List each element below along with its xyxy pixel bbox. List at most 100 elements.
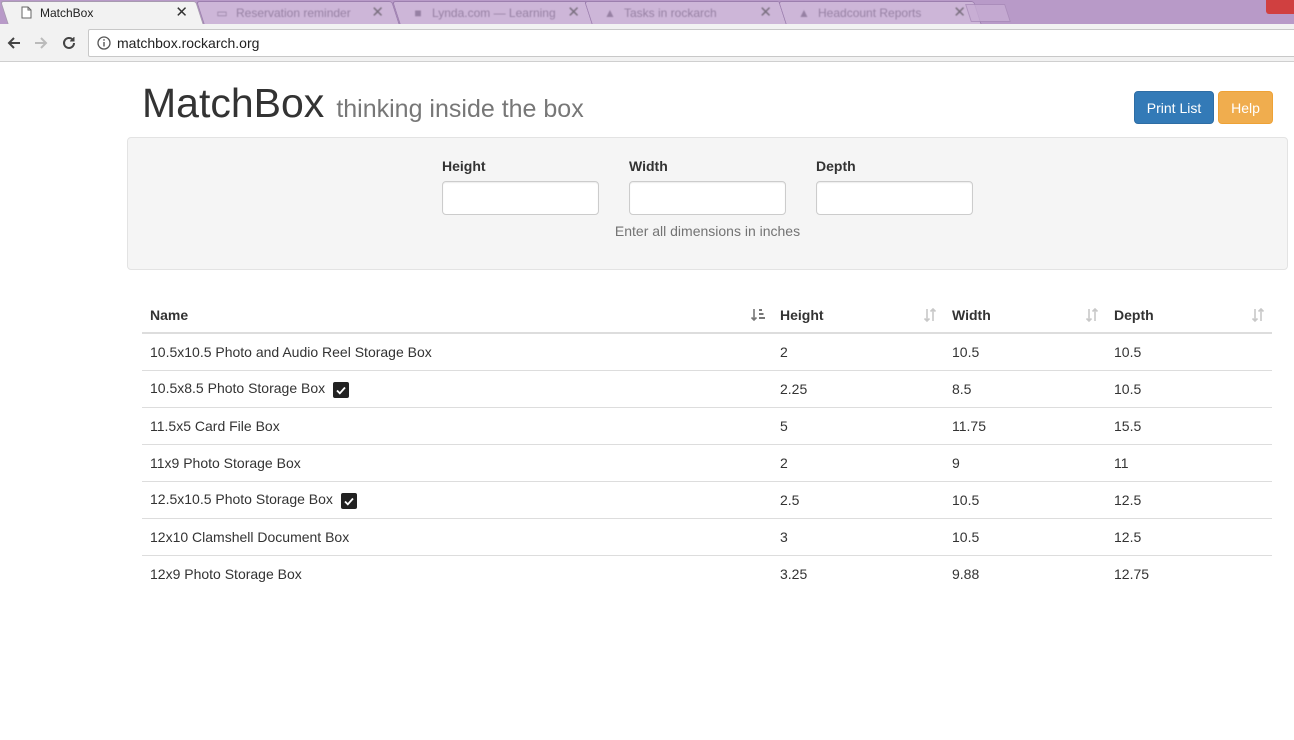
name-value: 11.5x5 Card File Box: [150, 417, 280, 434]
close-icon[interactable]: ✕: [759, 5, 772, 20]
table-row[interactable]: 11x9 Photo Storage Box 2 9 11: [142, 443, 1272, 481]
depth-value: 11: [1114, 454, 1129, 471]
width-field-group: Width: [629, 158, 786, 215]
cell-name: 12x10 Clamshell Document Box: [142, 517, 772, 555]
table-row[interactable]: 12.5x10.5 Photo Storage Box 2.5 10.5 12.5: [142, 480, 1272, 518]
back-button[interactable]: [3, 32, 25, 54]
column-header-height[interactable]: Height: [772, 298, 944, 334]
column-header-width[interactable]: Width: [944, 298, 1106, 334]
checkmark-icon: [340, 492, 357, 509]
arrow-right-icon: [35, 37, 48, 49]
sort-ascending-icon[interactable]: [750, 307, 766, 323]
tab-title: Lynda.com — Learning: [432, 5, 556, 20]
cell-width: 9.88: [944, 554, 1106, 592]
close-icon[interactable]: ✕: [371, 5, 384, 20]
close-icon[interactable]: ✕: [175, 5, 188, 20]
table-row[interactable]: 10.5x10.5 Photo and Audio Reel Storage B…: [142, 333, 1272, 370]
name-value: 10.5x10.5 Photo and Audio Reel Storage B…: [150, 343, 432, 360]
cell-depth: 10.5: [1106, 369, 1272, 407]
close-icon[interactable]: ✕: [953, 5, 966, 20]
depth-value: 15.5: [1114, 417, 1142, 434]
window-close-button[interactable]: [1266, 0, 1294, 14]
page-icon: [20, 6, 32, 20]
browser-tab-2[interactable]: ▭ Reservation reminder ✕: [196, 1, 400, 24]
depth-input[interactable]: [816, 181, 973, 215]
cell-height: 2.5: [772, 480, 944, 518]
depth-value: 12.5: [1114, 528, 1142, 545]
sort-icon[interactable]: [1084, 307, 1100, 323]
column-header-depth[interactable]: Depth: [1106, 298, 1272, 334]
cell-depth: 10.5: [1106, 333, 1272, 370]
page-subtitle: thinking inside the box: [336, 95, 584, 123]
page-title: MatchBox: [142, 80, 325, 126]
reload-button[interactable]: [58, 32, 80, 54]
name-value: 10.5x8.5 Photo Storage Box: [150, 379, 326, 396]
cell-depth: 12.5: [1106, 517, 1272, 555]
print-list-button[interactable]: Print List: [1134, 91, 1214, 124]
table-row[interactable]: 11.5x5 Card File Box 5 11.75 15.5: [142, 406, 1272, 444]
browser-tabstrip: MatchBox ✕ ▭ Reservation reminder ✕ ■ Ly…: [0, 0, 1294, 24]
help-button[interactable]: Help: [1218, 91, 1273, 124]
height-value: 2.5: [780, 491, 800, 508]
forward-button[interactable]: [30, 32, 52, 54]
cell-depth: 12.75: [1106, 554, 1272, 592]
height-value: 3.25: [780, 565, 808, 582]
browser-toolbar: matchbox.rockarch.org: [0, 24, 1294, 62]
arrow-left-icon: [7, 37, 20, 49]
asana-icon: ▲: [604, 5, 616, 20]
new-tab-button[interactable]: [965, 4, 1011, 22]
width-value: 10.5: [952, 528, 980, 545]
page-header: MatchBox thinking inside the box: [142, 80, 584, 127]
depth-value: 12.5: [1114, 491, 1142, 508]
width-value: 9.88: [952, 565, 980, 582]
width-label: Width: [629, 158, 668, 174]
sort-icon[interactable]: [1250, 307, 1266, 323]
url-text: matchbox.rockarch.org: [117, 35, 260, 51]
cell-width: 10.5: [944, 480, 1106, 518]
height-value: 2: [780, 343, 788, 360]
address-bar[interactable]: matchbox.rockarch.org: [88, 29, 1294, 57]
cell-height: 2: [772, 333, 944, 370]
width-value: 10.5: [952, 491, 980, 508]
page: MatchBox thinking inside the box Print L…: [0, 62, 1294, 740]
height-input[interactable]: [442, 181, 599, 215]
column-header-name[interactable]: Name: [142, 298, 772, 334]
width-input[interactable]: [629, 181, 786, 215]
browser-tab-5[interactable]: ▲ Headcount Reports ✕: [778, 1, 982, 24]
tab-title: Tasks in rockarch: [624, 5, 717, 20]
column-label: Width: [952, 307, 991, 323]
cell-width: 10.5: [944, 333, 1106, 370]
cell-name: 12.5x10.5 Photo Storage Box: [142, 480, 772, 518]
name-value: 12x9 Photo Storage Box: [150, 565, 302, 582]
column-label: Height: [780, 307, 824, 323]
browser-tab-3[interactable]: ■ Lynda.com — Learning ✕: [392, 1, 596, 24]
lynda-icon: ■: [414, 5, 422, 20]
sort-icon[interactable]: [922, 307, 938, 323]
browser-tab-4[interactable]: ▲ Tasks in rockarch ✕: [584, 1, 788, 24]
width-value: 11.75: [952, 417, 986, 434]
name-value: 11x9 Photo Storage Box: [150, 454, 301, 471]
cell-name: 11.5x5 Card File Box: [142, 406, 772, 444]
name-value: 12x10 Clamshell Document Box: [150, 528, 350, 545]
cell-name: 10.5x8.5 Photo Storage Box: [142, 369, 772, 407]
height-value: 2.25: [780, 380, 808, 397]
table-row[interactable]: 12x9 Photo Storage Box 3.25 9.88 12.75: [142, 554, 1272, 592]
tab-title: Headcount Reports: [818, 5, 922, 20]
height-value: 3: [780, 528, 788, 545]
depth-field-group: Depth: [816, 158, 973, 215]
cell-width: 11.75: [944, 406, 1106, 444]
asana-icon: ▲: [798, 5, 810, 20]
width-value: 10.5: [952, 343, 980, 360]
table-row[interactable]: 10.5x8.5 Photo Storage Box 2.25 8.5 10.5: [142, 369, 1272, 407]
name-value: 12.5x10.5 Photo Storage Box: [150, 490, 333, 507]
tab-title: Reservation reminder: [236, 5, 351, 20]
checkmark-icon: [333, 381, 350, 398]
cell-width: 10.5: [944, 517, 1106, 555]
cell-height: 3.25: [772, 554, 944, 592]
browser-tab-matchbox[interactable]: MatchBox ✕: [0, 1, 204, 24]
height-field-group: Height: [442, 158, 599, 215]
cell-name: 11x9 Photo Storage Box: [142, 443, 772, 481]
close-icon[interactable]: ✕: [567, 5, 580, 20]
cell-width: 8.5: [944, 369, 1106, 407]
table-row[interactable]: 12x10 Clamshell Document Box 3 10.5 12.5: [142, 517, 1272, 555]
